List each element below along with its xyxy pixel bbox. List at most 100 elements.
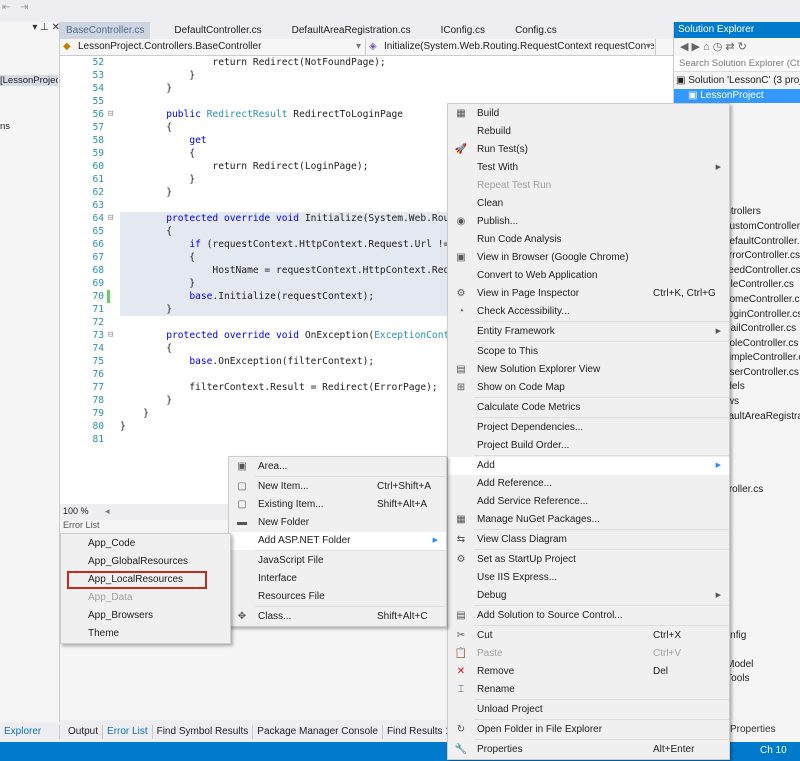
menu-item-unload-project[interactable]: Unload Project [448,701,729,719]
tab-find-symbol-results[interactable]: Find Symbol Results [153,725,254,739]
menu-item-open-folder-in-file-explorer[interactable]: ↻ Open Folder in File Explorer [448,721,729,739]
menu-item-clean[interactable]: Clean [448,195,729,213]
code-token: RedirectToLoginPage [287,109,404,120]
redo-icon[interactable]: ⇥ [20,2,28,13]
menu-item-view-class-diagram[interactable]: ⇆ View Class Diagram [448,531,729,549]
menu-item-resources-file[interactable]: Resources File [229,588,446,606]
menu-item-manage-nuget-packages[interactable]: ▦ Manage NuGet Packages... [448,511,729,529]
left-panel-item[interactable]: ns [0,121,10,132]
tab-defaultcontroller-cs[interactable]: DefaultController.cs [168,22,267,39]
menu-item-existing-item[interactable]: ▢ Existing Item... Shift+Alt+A [229,496,446,514]
menu-item-label: New Item... [258,481,309,492]
menu-item-new-folder[interactable]: ▬ New Folder [229,514,446,532]
menu-item-cut[interactable]: ✂ Cut Ctrl+X [448,627,729,645]
menu-item-scope-to-this[interactable]: Scope to This [448,343,729,361]
menu-item-set-as-startup-project[interactable]: ⚙ Set as StartUp Project [448,551,729,569]
menu-item-label: Build [477,108,500,119]
collapse-icon[interactable]: ⊟ [108,212,113,225]
menu-item-add[interactable]: Add ▶ [448,457,729,475]
source-control-icon: ▤ [456,610,466,621]
menu-item-run-test-s[interactable]: 🚀 Run Test(s) [448,141,729,159]
menu-item-new-item[interactable]: ▢ New Item... Ctrl+Shift+A [229,478,446,496]
menu-item-add-reference[interactable]: Add Reference... [448,475,729,493]
menu-item-interface[interactable]: Interface [229,570,446,588]
tab-iconfig-cs[interactable]: IConfig.cs [435,22,491,39]
menu-item-view-in-page-inspector[interactable]: ⚙ View in Page Inspector Ctrl+K, Ctrl+G [448,285,729,303]
code-token: base [189,356,213,367]
menu-item-run-code-analysis[interactable]: Run Code Analysis [448,231,729,249]
tab-explorer[interactable]: Explorer [0,725,60,739]
class-dropdown[interactable]: ◆ LessonProject.Controllers.BaseControll… [60,39,366,55]
browser-icon: ▣ [456,252,466,263]
menu-item-remove[interactable]: ✕ Remove Del [448,663,729,681]
menu-item-use-iis-express[interactable]: Use IIS Express... [448,569,729,587]
menu-item-build[interactable]: ▦ Build [448,105,729,123]
code-token: } [120,408,149,419]
panel-controls[interactable]: ▾ ⊥ ✕ [0,22,60,38]
menu-item-convert-to-web-application[interactable]: Convert to Web Application [448,267,729,285]
menu-item-class[interactable]: ✥ Class... Shift+Alt+C [229,608,446,626]
tab-config-cs[interactable]: Config.cs [509,22,563,39]
line-number: 63 [92,200,104,211]
tab-package-manager-console[interactable]: Package Manager Console [253,725,383,739]
menu-item-properties[interactable]: 🔧 Properties Alt+Enter [448,741,729,759]
menu-item-label: Theme [88,628,120,639]
menu-item-add-solution-to-source-control[interactable]: ▤ Add Solution to Source Control... [448,607,729,625]
solution-explorer-toolbar[interactable]: ◀ ▶ ⌂ ◷ ⇄ ↻ [674,38,800,56]
menu-item-app-localresources[interactable]: App_LocalResources [61,571,230,589]
code-line: 54 } [60,82,673,95]
tree-item[interactable]: ▣ LessonProject [674,88,800,104]
undo-icon[interactable]: ⇤ [2,2,10,13]
menu-item-area[interactable]: ▣ Area... [229,458,446,476]
code-line: 53 } [60,69,673,82]
menu-item-javascript-file[interactable]: JavaScript File [229,552,446,570]
zoom-level[interactable]: 100 % [63,506,89,516]
menu-item-project-build-order[interactable]: Project Build Order... [448,437,729,455]
solution-explorer-search[interactable]: Search Solution Explorer (Ctrl+;) [674,56,800,72]
menu-item-label: Project Build Order... [477,440,570,451]
menu-item-label: App_GlobalResources [88,556,189,567]
class-dropdown-value: LessonProject.Controllers.BaseController [78,41,262,52]
menu-item-app-globalresources[interactable]: App_GlobalResources [61,553,230,571]
menu-item-label: Debug [477,590,507,601]
menu-item-show-on-code-map[interactable]: ⊞ Show on Code Map [448,379,729,397]
menu-item-theme[interactable]: Theme [61,625,230,643]
code-text: filterContext.Result = Redirect(ErrorPag… [120,381,437,394]
collapse-icon[interactable]: ⊟ [108,329,113,342]
menu-item-publish[interactable]: ◉ Publish... [448,213,729,231]
code-token: RedirectResult [206,109,288,120]
menu-item-rebuild[interactable]: Rebuild [448,123,729,141]
scroll-left-icon[interactable]: ◂ [105,506,110,516]
menu-item-view-in-browser-google-chrome[interactable]: ▣ View in Browser (Google Chrome) [448,249,729,267]
project-icon: ▣ [688,89,701,101]
menu-item-check-accessibility[interactable]: ◔ Check Accessibility... [448,303,729,321]
menu-item-new-solution-explorer-view[interactable]: ▤ New Solution Explorer View [448,361,729,379]
line-number: 66 [92,239,104,250]
line-number: 54 [92,83,104,94]
tab-basecontroller-cs[interactable]: BaseController.cs [60,22,151,39]
menu-item-calculate-code-metrics[interactable]: Calculate Code Metrics [448,399,729,417]
menu-item-project-dependencies[interactable]: Project Dependencies... [448,419,729,437]
menu-item-app-browsers[interactable]: App_Browsers [61,607,230,625]
member-dropdown[interactable]: ◈ Initialize(System.Web.Routing.RequestC… [366,39,656,55]
collapse-icon[interactable]: ⊟ [108,108,113,121]
tab-output[interactable]: Output [64,725,104,739]
properties-tab[interactable]: Properties [730,724,776,735]
line-number: 60 [92,161,104,172]
menu-item-entity-framework[interactable]: Entity Framework ▶ [448,323,729,341]
tab-find-results-1[interactable]: Find Results 1 [383,725,456,739]
menu-item-add-asp-net-folder[interactable]: Add ASP.NET Folder ▶ [229,532,446,550]
menu-item-test-with[interactable]: Test With ▶ [448,159,729,177]
class-icon: ◆ [63,41,71,52]
menu-item-debug[interactable]: Debug ▶ [448,587,729,605]
menu-item-shortcut: Ctrl+X [653,630,682,641]
left-panel-item[interactable]: [LessonProjec [0,75,58,86]
menu-item-add-service-reference[interactable]: Add Service Reference... [448,493,729,511]
tree-item[interactable]: ▣ Solution 'LessonC' (3 projects) [674,74,800,89]
menu-item-app-code[interactable]: App_Code [61,535,230,553]
startup-icon: ⚙ [456,554,466,565]
tab-error-list[interactable]: Error List [103,725,153,739]
tab-defaultarearegistration-cs[interactable]: DefaultAreaRegistration.cs [286,22,417,39]
menu-item-rename[interactable]: ⌶ Rename [448,681,729,699]
